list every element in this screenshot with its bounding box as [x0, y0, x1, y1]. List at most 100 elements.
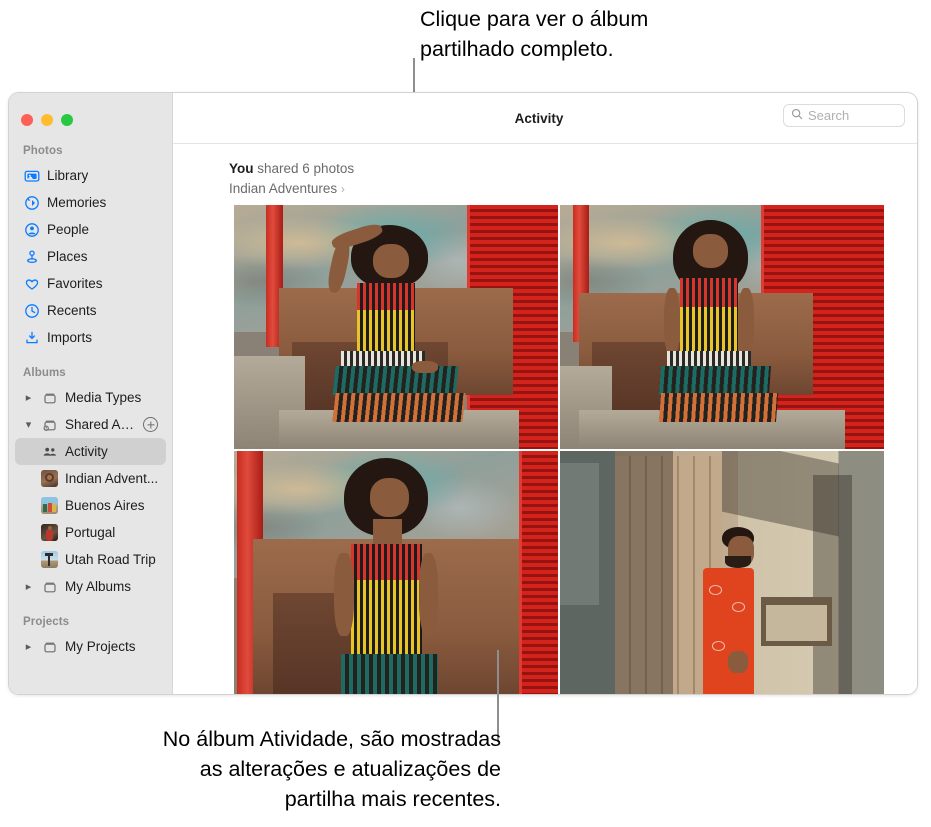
- photo-4-shirt-pattern: [731, 602, 745, 613]
- photo-2-face: [692, 234, 729, 269]
- zoom-button[interactable]: [61, 114, 73, 126]
- sidebar-item-label: Media Types: [65, 390, 142, 405]
- sidebar-item-imports[interactable]: Imports: [15, 324, 166, 351]
- content-area: Activity Search You shared 6 photos Indi…: [173, 93, 917, 694]
- sidebar-item-people[interactable]: People: [15, 216, 166, 243]
- album-thumbnail: [41, 551, 58, 568]
- sidebar-item-label: Shared Albu...: [65, 417, 136, 432]
- people-icon: [23, 221, 40, 238]
- photo-2-arm-right: [738, 287, 755, 357]
- sidebar-item-label: Memories: [47, 195, 107, 210]
- sidebar-item-label: People: [47, 222, 90, 237]
- photo-1-skirt-orange: [332, 392, 466, 423]
- photo-thumbnail-3[interactable]: [234, 451, 558, 694]
- sidebar-item-utah-road-trip[interactable]: Utah Road Trip: [15, 546, 166, 573]
- photo-3-dress-top: [350, 543, 422, 583]
- photo-2-skirt-orange: [659, 392, 779, 423]
- photo-4-corner-shadow: [812, 475, 852, 694]
- screenshot-root: Clique para ver o álbum partilhado compl…: [0, 0, 931, 827]
- photo-1-skirt-teal: [332, 366, 460, 396]
- sidebar: Photos Library Memories People Places Fa…: [9, 93, 173, 694]
- sidebar-section-photos-title: Photos: [23, 145, 63, 157]
- photo-1-face: [373, 244, 409, 279]
- photo-4-door-shadow: [615, 451, 674, 694]
- photo-thumbnail-1[interactable]: [234, 205, 558, 449]
- album-box-icon: [41, 638, 58, 655]
- photo-1-dress-mid: [357, 309, 416, 352]
- photo-4-niche-inner: [765, 604, 828, 642]
- photo-grid: [234, 205, 884, 694]
- album-box-icon: [41, 578, 58, 595]
- chevron-right-icon: ›: [340, 182, 345, 196]
- sidebar-item-label: Favorites: [47, 276, 103, 291]
- photo-2-skirt-teal: [659, 366, 772, 396]
- sidebar-item-recents[interactable]: Recents: [15, 297, 166, 324]
- album-thumbnail: [41, 470, 58, 487]
- photo-thumbnail-2[interactable]: [560, 205, 884, 449]
- shared-album-icon: [41, 416, 58, 433]
- activity-share-line: You shared 6 photos: [229, 159, 917, 179]
- photo-2-arm-left: [663, 287, 680, 357]
- activity-actor: You: [229, 161, 254, 176]
- chevron-right-icon[interactable]: ▸: [23, 580, 34, 593]
- sidebar-item-label: Places: [47, 249, 88, 264]
- search-placeholder: Search: [808, 108, 850, 123]
- sidebar-item-indian-adventures[interactable]: Indian Advent...: [15, 465, 166, 492]
- photo-1-dress-top: [357, 283, 416, 313]
- sidebar-item-label: My Albums: [65, 579, 132, 594]
- sidebar-item-my-albums[interactable]: ▸ My Albums: [15, 573, 166, 600]
- photo-1-hand: [412, 361, 439, 374]
- close-button[interactable]: [21, 114, 33, 126]
- photo-4-panel: [560, 463, 599, 605]
- sidebar-item-label: Portugal: [65, 525, 116, 540]
- shared-album-link[interactable]: Indian Adventures ›: [229, 179, 917, 199]
- chevron-right-icon[interactable]: ▸: [23, 640, 34, 653]
- sidebar-section-albums-title: Albums: [23, 367, 66, 379]
- album-thumbnail: [41, 497, 58, 514]
- photo-3-face: [370, 477, 409, 517]
- sidebar-item-shared-albums[interactable]: ▾ Shared Albu...: [15, 411, 166, 438]
- search-input[interactable]: Search: [783, 104, 905, 127]
- activity-action: shared 6 photos: [257, 161, 355, 176]
- chevron-down-icon[interactable]: ▾: [23, 418, 34, 431]
- heart-icon: [23, 275, 40, 292]
- sidebar-item-label: My Projects: [65, 639, 136, 654]
- sidebar-item-label: Imports: [47, 330, 93, 345]
- album-thumbnail: [41, 524, 58, 541]
- chevron-right-icon[interactable]: ▸: [23, 391, 34, 404]
- sidebar-item-label: Recents: [47, 303, 97, 318]
- sidebar-item-portugal[interactable]: Portugal: [15, 519, 166, 546]
- sidebar-item-places[interactable]: Places: [15, 243, 166, 270]
- add-shared-album-button[interactable]: [143, 417, 158, 432]
- photo-2-dress-top: [679, 278, 739, 310]
- photo-thumbnail-4[interactable]: [560, 451, 884, 694]
- sidebar-item-media-types[interactable]: ▸ Media Types: [15, 384, 166, 411]
- sidebar-section-projects-title: Projects: [23, 616, 70, 628]
- callout-top-text: Clique para ver o álbum partilhado compl…: [420, 7, 649, 61]
- sidebar-item-label: Indian Advent...: [65, 471, 159, 486]
- sidebar-item-label: Buenos Aires: [65, 498, 145, 513]
- sidebar-item-favorites[interactable]: Favorites: [15, 270, 166, 297]
- import-icon: [23, 329, 40, 346]
- memories-icon: [23, 194, 40, 211]
- minimize-button[interactable]: [41, 114, 53, 126]
- sidebar-item-activity[interactable]: Activity: [15, 438, 166, 465]
- activity-header: You shared 6 photos Indian Adventures ›: [173, 144, 917, 207]
- window-traffic-lights: [9, 107, 172, 129]
- photo-3-arm-left: [334, 553, 354, 637]
- places-pin-icon: [23, 248, 40, 265]
- sidebar-item-buenos-aires[interactable]: Buenos Aires: [15, 492, 166, 519]
- photos-app-window: Photos Library Memories People Places Fa…: [8, 92, 918, 695]
- sidebar-item-label: Activity: [65, 444, 108, 459]
- photo-3-shutter: [519, 451, 558, 694]
- sidebar-item-memories[interactable]: Memories: [15, 189, 166, 216]
- sidebar-item-my-projects[interactable]: ▸ My Projects: [15, 633, 166, 660]
- sidebar-item-label: Utah Road Trip: [65, 552, 156, 567]
- photo-3-arm-right: [418, 553, 439, 637]
- activity-people-icon: [41, 443, 58, 460]
- library-icon: [23, 167, 40, 184]
- album-box-icon: [41, 389, 58, 406]
- search-icon: [791, 107, 803, 125]
- toolbar: Activity Search: [173, 93, 917, 144]
- sidebar-item-library[interactable]: Library: [15, 162, 166, 189]
